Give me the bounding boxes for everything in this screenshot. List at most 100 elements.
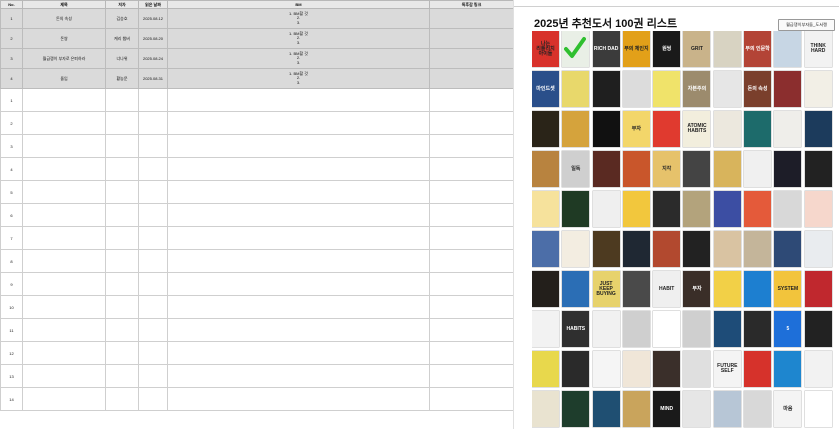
cell-empty[interactable] [22,318,106,342]
book-cover[interactable]: 부자 [622,111,650,147]
book-cover[interactable] [532,151,559,187]
cell-empty[interactable] [138,226,168,250]
cell-empty[interactable] [429,157,514,181]
book-cover[interactable]: HABITS [562,311,590,347]
book-cover[interactable] [683,391,711,427]
cell-empty[interactable] [138,249,168,273]
book-cover[interactable] [562,271,590,307]
cell-empty[interactable] [105,88,139,112]
book-cover[interactable]: 일독 [562,151,590,187]
book-cover[interactable] [622,271,650,307]
cell-empty[interactable] [138,203,168,227]
cell-empty[interactable] [138,111,168,135]
book-cover[interactable] [562,391,590,427]
book-cover[interactable] [744,311,772,347]
book-cover[interactable] [804,151,832,187]
book-cover[interactable] [592,231,620,267]
header-title[interactable]: 제목 [22,0,106,9]
cell-no[interactable]: 2 [0,111,23,135]
cell-date[interactable]: 2025.08.31 [138,68,168,89]
book-cover[interactable] [744,111,772,147]
cell-empty[interactable] [105,318,139,342]
cell-empty[interactable] [167,341,430,365]
cell-empty[interactable] [105,341,139,365]
book-cover[interactable] [622,71,650,107]
cell-title[interactable]: 돈의 속성 [22,8,106,29]
cell-empty[interactable] [429,180,514,204]
book-cover[interactable] [622,311,650,347]
book-cover[interactable] [562,231,590,267]
cell-empty[interactable] [429,295,514,319]
cell-empty[interactable] [167,272,430,296]
cell-empty[interactable] [167,88,430,112]
cell-title[interactable]: 월급쟁이 부자로 은퇴하라 [22,48,106,69]
cell-empty[interactable] [167,111,430,135]
cell-no[interactable]: 11 [0,318,23,342]
book-cover[interactable] [774,111,802,147]
cell-empty[interactable] [22,249,106,273]
cell-empty[interactable] [22,295,106,319]
header-no[interactable]: No. [0,0,23,9]
cell-empty[interactable] [22,111,106,135]
book-cover[interactable] [532,391,559,427]
cell-empty[interactable] [105,111,139,135]
book-cover[interactable]: JUST KEEP BUYING [592,271,620,307]
cell-empty[interactable] [105,295,139,319]
book-cover[interactable] [744,391,772,427]
cell-empty[interactable] [429,111,514,135]
book-cover[interactable] [653,71,681,107]
cell-empty[interactable] [429,203,514,227]
cell-review-link[interactable] [429,48,514,69]
cell-empty[interactable] [167,203,430,227]
cell-no[interactable]: 9 [0,272,23,296]
cell-empty[interactable] [429,387,514,411]
cell-no[interactable]: 13 [0,364,23,388]
book-cover[interactable] [683,151,711,187]
book-cover[interactable] [804,311,832,347]
book-cover[interactable] [532,311,559,347]
book-cover[interactable] [653,191,681,227]
book-cover[interactable] [592,311,620,347]
cell-empty[interactable] [138,157,168,181]
book-cover[interactable] [562,191,590,227]
cell-empty[interactable] [22,226,106,250]
cell-empty[interactable] [138,180,168,204]
cell-review-link[interactable] [429,8,514,29]
book-cover[interactable] [532,191,559,227]
cell-empty[interactable] [22,203,106,227]
cell-no[interactable]: 14 [0,387,23,411]
cell-empty[interactable] [138,387,168,411]
book-cover[interactable] [713,391,741,427]
book-cover[interactable] [804,391,832,427]
book-cover[interactable]: 부자 [683,271,711,307]
book-cover[interactable] [683,231,711,267]
book-cover[interactable] [744,351,772,387]
book-cover[interactable] [804,111,832,147]
cell-empty[interactable] [429,88,514,112]
cell-empty[interactable] [429,226,514,250]
book-cover[interactable] [592,71,620,107]
book-cover[interactable] [622,191,650,227]
book-cover[interactable]: RICH DAD [592,31,620,67]
book-cover[interactable] [713,271,741,307]
book-cover[interactable] [804,191,832,227]
book-cover[interactable] [804,271,832,307]
cell-no[interactable]: 4 [0,157,23,181]
book-cover[interactable]: 마인드셋 [532,71,559,107]
cell-author[interactable]: 케리 챔버 [105,28,139,49]
cell-review-link[interactable] [429,28,514,49]
book-cover[interactable]: 나는 리틀리치 아이들 [532,31,559,67]
cell-empty[interactable] [429,318,514,342]
book-cover[interactable] [653,111,681,147]
book-cover[interactable] [744,151,772,187]
cell-no[interactable]: 6 [0,203,23,227]
cell-empty[interactable] [105,226,139,250]
cell-empty[interactable] [429,364,514,388]
cell-empty[interactable] [138,295,168,319]
header-bm[interactable]: BM [167,0,430,9]
cell-empty[interactable] [105,203,139,227]
book-cover[interactable] [532,351,559,387]
cell-empty[interactable] [429,341,514,365]
cell-no[interactable]: 3 [0,134,23,158]
book-cover[interactable] [744,231,772,267]
